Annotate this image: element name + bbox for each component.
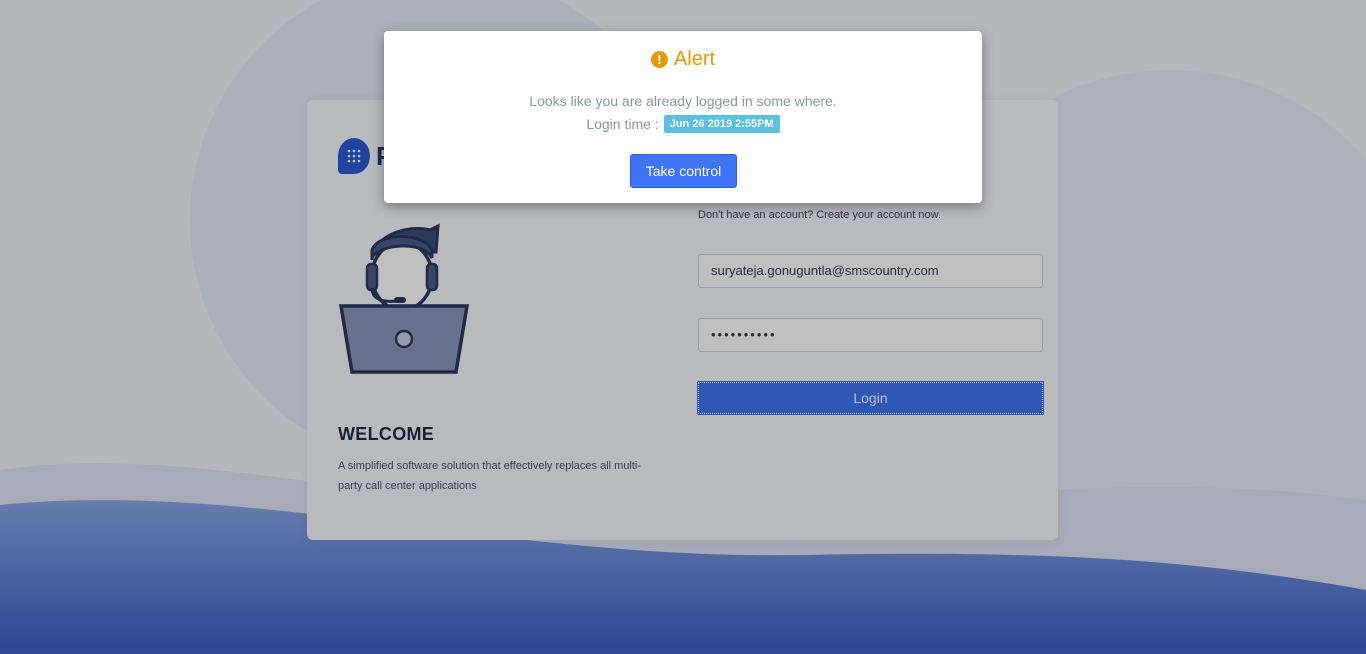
alert-modal: ! Alert Looks like you are already logge… xyxy=(384,31,982,203)
modal-header: ! Alert xyxy=(384,48,982,71)
login-time-row: Login time : Jun 26 2019 2:55PM xyxy=(384,115,982,133)
login-time-label: Login time : xyxy=(586,116,659,132)
take-control-button[interactable]: Take control xyxy=(630,154,737,188)
login-time-badge: Jun 26 2019 2:55PM xyxy=(663,115,780,133)
exclamation-icon: ! xyxy=(650,51,668,68)
modal-title: Alert xyxy=(673,48,716,70)
modal-message: Looks like you are already logged in som… xyxy=(529,93,837,109)
